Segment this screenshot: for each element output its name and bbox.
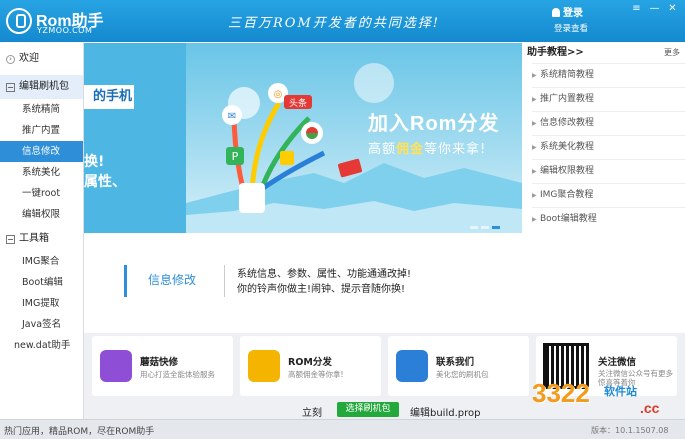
info-line-1: 系统信息、参数、属性、功能通通改掉! (237, 269, 412, 280)
sidebar-item-slim[interactable]: 系统精简 (0, 99, 83, 120)
sidebar-item-boot-edit[interactable]: Boot编辑 (0, 272, 83, 293)
info-line-2: 你的铃声你做主!闹钟、提示音随你换! (237, 284, 406, 295)
logo-site: YZMOO.COM (37, 26, 93, 35)
watermark-cc: .cc (640, 400, 660, 416)
card-mogu-repair[interactable]: 蘑菇快修 用心打造全能体验服务 (92, 336, 233, 396)
login-link[interactable]: 登录 (552, 4, 583, 19)
sidebar-item-promo[interactable]: 推广内置 (0, 120, 83, 141)
info-title: 信息修改 (148, 273, 197, 287)
version-label: 版本：10.1.1507.08 (591, 426, 669, 435)
app-logo: Rom助手 YZMOO.COM (6, 5, 106, 37)
banner-tag: 头条 (289, 97, 307, 109)
tutorial-link[interactable]: Boot编辑教程 (532, 207, 685, 231)
sidebar-group-edit-package[interactable]: − 编辑刷机包 (0, 75, 83, 99)
promo-title: 加入Rom分发 (368, 113, 500, 135)
select-package-button[interactable]: 选择刷机包 (337, 402, 399, 417)
sidebar-item-img-extract[interactable]: IMG提取 (0, 293, 83, 314)
watermark-sub: 软件站 (604, 385, 637, 398)
status-text: 热门应用，精品ROM，尽在ROM助手 (4, 427, 155, 437)
carousel-dots[interactable] (470, 221, 503, 232)
feature-cards: 蘑菇快修 用心打造全能体验服务 ROM分发 高额佣金等你拿! 联系我们 美化您的… (84, 333, 685, 401)
svg-text:✉: ✉ (228, 111, 236, 122)
promo-subtitle: 高额佣金等你来拿! (368, 142, 487, 157)
menu-icon[interactable]: ≡ (630, 3, 643, 14)
tutorials-header[interactable]: 助手教程>> 更多 (524, 43, 685, 63)
tutorial-link[interactable]: 编辑权限教程 (532, 159, 685, 183)
carousel-dot[interactable] (481, 226, 489, 229)
sidebar-item-newdat[interactable]: new.dat助手 (0, 335, 83, 356)
user-icon (552, 8, 560, 17)
sidebar-item-beautify[interactable]: 系统美化 (0, 162, 83, 183)
tutorial-link[interactable]: 系统精简教程 (532, 63, 685, 87)
sidebar: › 欢迎 − 编辑刷机包 系统精简 推广内置 信息修改 系统美化 一键root 编辑… (0, 42, 84, 419)
svg-text:P: P (232, 150, 239, 163)
login-label: 登录 (563, 8, 583, 19)
sidebar-item-info-edit[interactable]: 信息修改 (0, 141, 83, 162)
carousel-dot-active[interactable] (492, 226, 500, 229)
title-bar: Rom助手 YZMOO.COM 三百万ROM开发者的共同选择! 登录 登录查看 … (0, 0, 685, 42)
svg-text:◎: ◎ (274, 89, 283, 100)
card-contact-us[interactable]: 联系我们 美化您的刷机包 (388, 336, 529, 396)
promo-text: 加入Rom分发 高额佣金等你来拿! (368, 107, 499, 157)
sidebar-item-root[interactable]: 一键root (0, 183, 83, 204)
action-row: 立刻 选择刷机包 编辑build.prop (84, 401, 685, 419)
target-icon (248, 350, 280, 382)
contact-icon (396, 350, 428, 382)
tutorials-panel: 助手教程>>更多 系统精简教程 推广内置教程 信息修改教程 系统美化教程 编辑权… (524, 43, 685, 233)
info-section: 信息修改 系统信息、参数、属性、功能通通改掉! 你的铃声你做主!闹钟、提示音随你… (84, 233, 685, 333)
status-bar: 热门应用，精品ROM，尽在ROM助手 版本：10.1.1507.08 (0, 419, 685, 439)
tutorial-link[interactable]: 系统美化教程 (532, 135, 685, 159)
slogan: 三百万ROM开发者的共同选择! (228, 16, 440, 31)
tutorial-link[interactable]: 推广内置教程 (532, 87, 685, 111)
carousel-dot[interactable] (470, 226, 478, 229)
edit-build-prop-link[interactable]: 编辑build.prop (410, 404, 480, 419)
collapse-icon: − (6, 234, 15, 244)
close-icon[interactable]: ✕ (666, 3, 679, 14)
info-accent-bar (124, 265, 127, 297)
tutorial-link[interactable]: 信息修改教程 (532, 111, 685, 135)
sidebar-group-toolbox[interactable]: − 工具箱 (0, 227, 83, 251)
action-prefix: 立刻 (302, 408, 322, 419)
sidebar-item-img-merge[interactable]: IMG聚合 (0, 251, 83, 272)
logo-icon (6, 8, 32, 34)
repair-icon (100, 350, 132, 382)
info-divider (224, 265, 225, 297)
register-link[interactable]: 登录查看 (554, 22, 588, 34)
promo-banner[interactable]: 的手机 换! 属性、 ✉ ◎ P 头条 加入Rom分发 高额佣金等你来拿! (84, 43, 522, 233)
minimize-icon[interactable]: — (648, 3, 661, 14)
tutorial-link[interactable]: IMG聚合教程 (532, 183, 685, 207)
more-link[interactable]: 更多 (664, 43, 680, 63)
watermark-logo: 3322 (532, 378, 590, 408)
chevron-icon: › (6, 54, 15, 64)
sidebar-item-java-sign[interactable]: Java签名 (0, 314, 83, 335)
sidebar-item-permissions[interactable]: 编辑权限 (0, 204, 83, 225)
sidebar-group-welcome[interactable]: › 欢迎 (0, 47, 83, 71)
collapse-icon: − (6, 82, 15, 92)
card-rom-distribution[interactable]: ROM分发 高额佣金等你拿! (240, 336, 381, 396)
